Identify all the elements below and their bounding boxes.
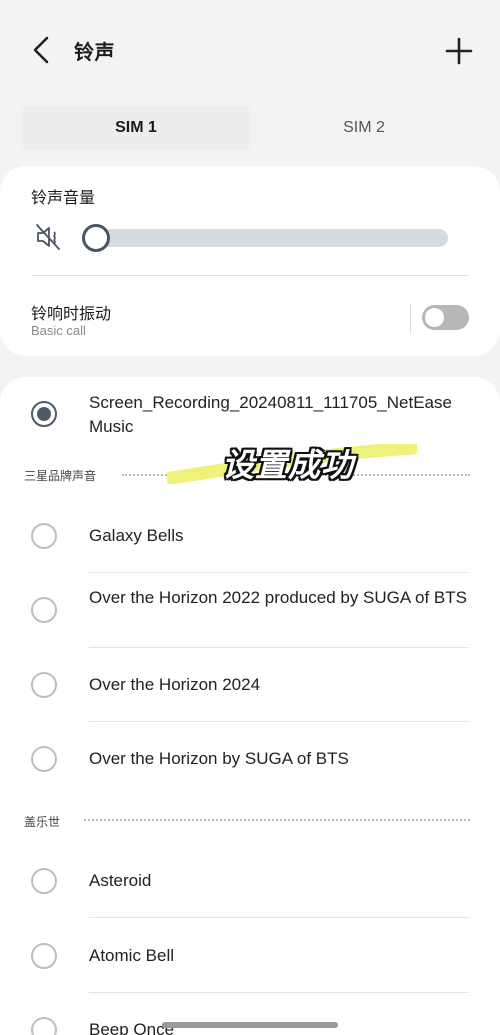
chevron-left-icon — [33, 36, 49, 64]
toggle-separator — [410, 304, 411, 334]
app-bar: 铃声 — [0, 0, 500, 100]
list-item[interactable]: Atomic Bell — [89, 944, 469, 968]
vibrate-sublabel: Basic call — [31, 323, 86, 338]
vibrate-toggle[interactable] — [422, 305, 469, 330]
home-indicator[interactable] — [162, 1022, 338, 1028]
section-header: 三星品牌声音 — [24, 469, 97, 483]
plus-icon — [445, 37, 473, 65]
divider — [31, 275, 469, 276]
volume-mute-icon[interactable] — [35, 223, 63, 251]
volume-slider-thumb[interactable] — [82, 224, 110, 252]
tab-sim-2[interactable]: SIM 2 — [250, 106, 478, 150]
ringtone-screen: 铃声 SIM 1 SIM 2 铃声音量 铃响时振动 Basic call Scr… — [0, 0, 500, 1035]
section-header: 盖乐世 — [24, 815, 61, 829]
item-divider — [89, 572, 469, 573]
list-item-selected[interactable]: Screen_Recording_20240811_111705_NetEase… — [89, 391, 469, 439]
section-divider — [84, 819, 470, 821]
list-item[interactable]: Over the Horizon by SUGA of BTS — [89, 747, 469, 771]
list-item[interactable]: Over the Horizon 2024 — [89, 673, 469, 697]
item-divider — [89, 917, 469, 918]
item-divider — [89, 992, 469, 993]
radio-selected[interactable] — [31, 401, 57, 427]
ringtone-volume-label: 铃声音量 — [31, 190, 96, 207]
toggle-knob — [425, 308, 444, 327]
radio[interactable] — [31, 523, 57, 549]
sim-tabs: SIM 1 SIM 2 — [22, 106, 478, 150]
radio[interactable] — [31, 1017, 57, 1035]
volume-slider-track[interactable] — [84, 229, 448, 247]
radio[interactable] — [31, 868, 57, 894]
list-item[interactable]: Galaxy Bells — [89, 524, 469, 548]
vibrate-label: 铃响时振动 — [31, 306, 112, 323]
radio[interactable] — [31, 597, 57, 623]
list-item[interactable]: Asteroid — [89, 869, 469, 893]
page-title: 铃声 — [74, 42, 115, 64]
tab-sim-1[interactable]: SIM 1 — [22, 106, 250, 150]
list-item[interactable]: Over the Horizon 2022 produced by SUGA o… — [89, 586, 469, 610]
radio[interactable] — [31, 672, 57, 698]
item-divider — [89, 647, 469, 648]
add-ringtone-button[interactable] — [440, 32, 478, 70]
item-divider — [89, 721, 469, 722]
radio[interactable] — [31, 746, 57, 772]
radio[interactable] — [31, 943, 57, 969]
success-overlay-text: 设置成功 — [222, 447, 355, 483]
settings-card: 铃声音量 铃响时振动 Basic call — [0, 166, 500, 356]
back-button[interactable] — [26, 32, 56, 68]
